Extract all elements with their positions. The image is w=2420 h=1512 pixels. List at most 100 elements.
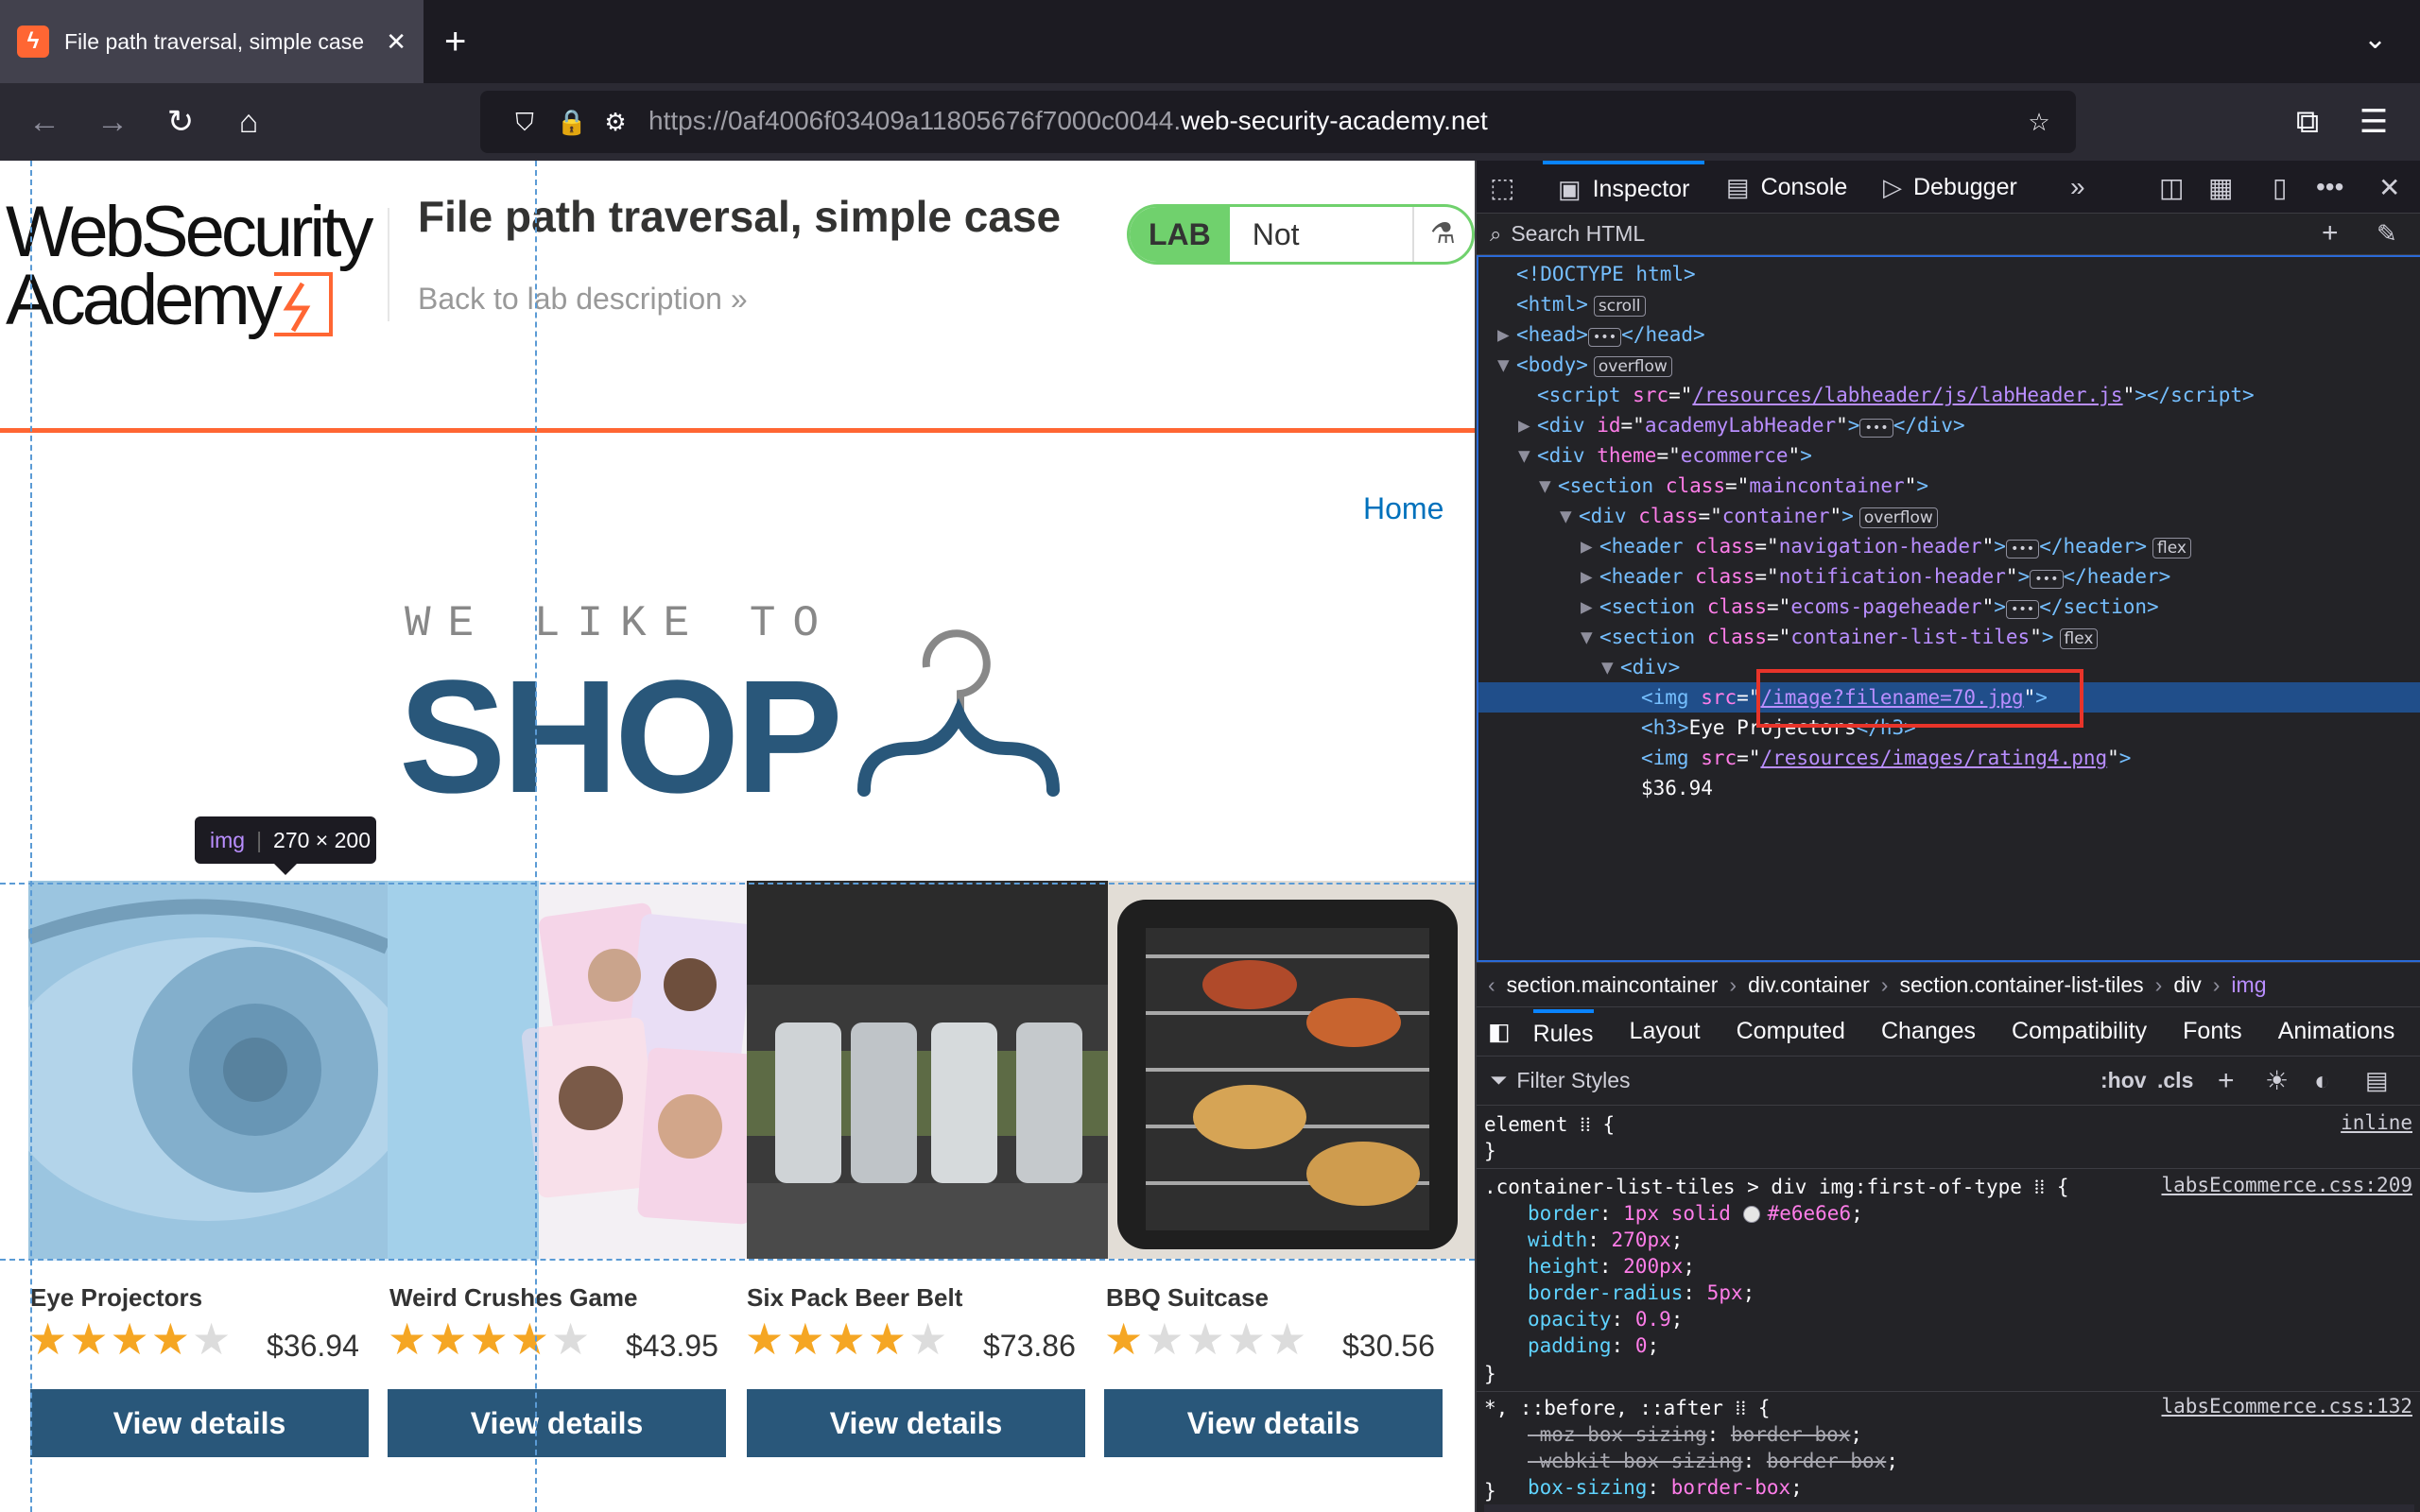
markup-node[interactable]: ▼ <div class="container"> overflow <box>1478 501 2420 531</box>
responsive-design-icon[interactable]: ▯ <box>2273 172 2287 203</box>
breadcrumb-scroll-left-icon[interactable]: ‹ <box>1488 972 1495 998</box>
expand-twisty-icon[interactable]: ▶ <box>1497 319 1516 350</box>
shield-icon[interactable]: ⛉ <box>509 106 541 138</box>
breadcrumb-item[interactable]: div <box>2173 972 2201 998</box>
home-link[interactable]: Home <box>1363 491 1443 526</box>
pick-color-icon[interactable]: ▦ <box>2208 172 2233 203</box>
markup-node[interactable]: ▶ <head> ••• </head> <box>1478 319 2420 350</box>
permissions-icon[interactable]: ⚙ <box>599 106 631 138</box>
close-tab-icon[interactable]: ✕ <box>386 26 406 57</box>
search-html-field[interactable]: ⌕ Search HTML + ✎ <box>1477 214 2420 255</box>
markup-node[interactable]: <!DOCTYPE html> <box>1478 259 2420 289</box>
bookmark-star-icon[interactable]: ☆ <box>2023 106 2055 138</box>
markup-node[interactable]: <html> scroll <box>1478 289 2420 319</box>
product-image-six-pack-beer-belt[interactable] <box>747 881 1108 1259</box>
add-node-icon[interactable]: + <box>2322 217 2339 249</box>
css-declaration[interactable]: border: 1px solid #e6e6e6; <box>1528 1200 1863 1227</box>
view-details-button[interactable]: View details <box>747 1389 1085 1457</box>
breadcrumb-item[interactable]: section.maincontainer <box>1507 972 1719 998</box>
chevron-down-icon[interactable]: ⌄ <box>2363 23 2387 56</box>
tab-console[interactable]: ▤ Console <box>1726 161 1847 214</box>
markup-node[interactable]: <script src="/resources/labheader/js/lab… <box>1478 380 2420 410</box>
more-options-icon[interactable]: ••• <box>2316 172 2343 202</box>
expand-twisty-icon[interactable]: ▶ <box>1581 531 1599 561</box>
lock-icon[interactable]: 🔒 <box>556 106 588 138</box>
product-image-eye-projectors[interactable] <box>28 881 388 1259</box>
close-devtools-icon[interactable]: ✕ <box>2378 172 2400 203</box>
filter-styles-field[interactable]: ⏷ Filter Styles :hov .cls + ☀ ◐ ▤ <box>1477 1057 2420 1106</box>
markup-node[interactable]: <img src="/image?filename=70.jpg"> <box>1478 682 2420 713</box>
sidebar-toggle-icon[interactable]: ◧ <box>1488 1018 1511 1046</box>
rule-source-link[interactable]: labsEcommerce.css:209 <box>2161 1174 2412 1196</box>
subtab-compatibility[interactable]: Compatibility <box>2012 1018 2147 1045</box>
markup-node[interactable]: ▶ <header class="navigation-header"> ••• </… <box>1478 531 2420 561</box>
element-picker-icon[interactable]: ⬚ <box>1490 172 1514 203</box>
class-toggle[interactable]: .cls <box>2157 1068 2193 1093</box>
markup-node[interactable]: <h3>Eye Projectors</h3> <box>1478 713 2420 743</box>
markup-node[interactable]: ▼ <div theme="ecommerce"> <box>1478 440 2420 471</box>
markup-node[interactable]: $36.94 <box>1478 773 2420 803</box>
view-details-button[interactable]: View details <box>388 1389 726 1457</box>
dark-theme-icon[interactable]: ◐ <box>2314 1066 2330 1096</box>
css-declaration[interactable]: border-radius: 5px; <box>1528 1280 1754 1306</box>
eyedropper-icon[interactable]: ✎ <box>2377 219 2397 249</box>
css-declaration[interactable]: -webkit-box-sizing: border-box; <box>1528 1448 1898 1474</box>
subtab-layout[interactable]: Layout <box>1630 1018 1701 1045</box>
markup-node[interactable]: ▼ <section class="maincontainer"> <box>1478 471 2420 501</box>
collapse-twisty-icon[interactable]: ▼ <box>1601 652 1620 682</box>
collapse-twisty-icon[interactable]: ▼ <box>1581 622 1599 652</box>
view-details-button[interactable]: View details <box>1104 1389 1443 1457</box>
back-arrow-icon[interactable]: ← <box>21 98 68 146</box>
new-tab-icon[interactable]: + <box>444 21 466 62</box>
url-bar[interactable]: ⛉ 🔒 ⚙ https://0af4006f03409a11805676f700… <box>480 91 2076 153</box>
subtab-fonts[interactable]: Fonts <box>2183 1018 2242 1045</box>
collapse-twisty-icon[interactable]: ▼ <box>1497 350 1516 380</box>
collapse-twisty-icon[interactable]: ▼ <box>1518 440 1537 471</box>
color-swatch-icon[interactable] <box>1742 1206 1760 1223</box>
markup-node[interactable]: <img src="/resources/images/rating4.png"… <box>1478 743 2420 773</box>
expand-twisty-icon[interactable]: ▶ <box>1581 561 1599 592</box>
print-media-icon[interactable]: ▤ <box>2365 1066 2389 1095</box>
breadcrumb-item[interactable]: div.container <box>1748 972 1870 998</box>
markup-node[interactable]: ▼ <body> overflow <box>1478 350 2420 380</box>
subtab-changes[interactable]: Changes <box>1881 1018 1976 1045</box>
collapse-twisty-icon[interactable]: ▼ <box>1539 471 1558 501</box>
url-text[interactable]: https://0af4006f03409a11805676f7000c0044… <box>648 106 1488 136</box>
back-to-lab-description-link[interactable]: Back to lab description » <box>418 282 748 317</box>
expand-twisty-icon[interactable]: ▶ <box>1518 410 1537 440</box>
extensions-icon[interactable]: ⧉ <box>2284 98 2331 146</box>
light-theme-icon[interactable]: ☀ <box>2265 1065 2289 1096</box>
subtab-rules[interactable]: Rules <box>1532 1008 1594 1055</box>
css-declaration[interactable]: box-sizing: border-box; <box>1528 1474 1803 1501</box>
css-declaration[interactable]: opacity: 0.9; <box>1528 1306 1683 1332</box>
expand-twisty-icon[interactable]: ▶ <box>1581 592 1599 622</box>
tab-inspector[interactable]: ▣ Inspector <box>1543 161 1705 214</box>
markup-node[interactable]: ▼ <div> <box>1478 652 2420 682</box>
rule-source-link[interactable]: labsEcommerce.css:132 <box>2161 1395 2412 1418</box>
css-declaration[interactable]: padding: 0; <box>1528 1332 1659 1359</box>
menu-icon[interactable]: ☰ <box>2350 98 2397 146</box>
screenshot-icon[interactable]: ◫ <box>2159 172 2184 203</box>
breadcrumb-item[interactable]: section.container-list-tiles <box>1899 972 2143 998</box>
reload-icon[interactable]: ↻ <box>157 98 204 146</box>
add-rule-icon[interactable]: + <box>2218 1065 2235 1097</box>
collapse-twisty-icon[interactable]: ▼ <box>1560 501 1579 531</box>
breadcrumb-item[interactable]: img <box>2231 972 2266 998</box>
product-image-bbq-suitcase[interactable] <box>1108 881 1475 1259</box>
markup-node[interactable]: ▼ <section class="container-list-tiles"> f… <box>1478 622 2420 652</box>
browser-tab[interactable]: ϟ File path traversal, simple case ✕ <box>0 0 424 83</box>
subtab-animations[interactable]: Animations <box>2278 1018 2395 1045</box>
css-declaration[interactable]: -moz-box-sizing: border-box; <box>1528 1421 1862 1448</box>
markup-node[interactable]: ▶ <section class="ecoms-pageheader"> ••• </… <box>1478 592 2420 622</box>
subtab-computed[interactable]: Computed <box>1737 1018 1845 1045</box>
markup-tree[interactable]: <!DOCTYPE html> <html> scroll ▶ <head> ••• </h… <box>1477 255 2420 962</box>
markup-node[interactable]: ▶ <header class="notification-header"> •••… <box>1478 561 2420 592</box>
product-image-weird-crushes-game[interactable] <box>388 881 747 1259</box>
view-details-button[interactable]: View details <box>30 1389 369 1457</box>
css-declaration[interactable]: width: 270px; <box>1528 1227 1683 1253</box>
hover-state-toggle[interactable]: :hov <box>2100 1068 2147 1093</box>
forward-arrow-icon[interactable]: → <box>89 98 136 146</box>
tab-debugger[interactable]: ▷ Debugger <box>1883 161 2017 214</box>
more-tabs-icon[interactable]: » <box>2070 172 2085 202</box>
markup-node[interactable]: ▶ <div id="academyLabHeader"> ••• </div> <box>1478 410 2420 440</box>
